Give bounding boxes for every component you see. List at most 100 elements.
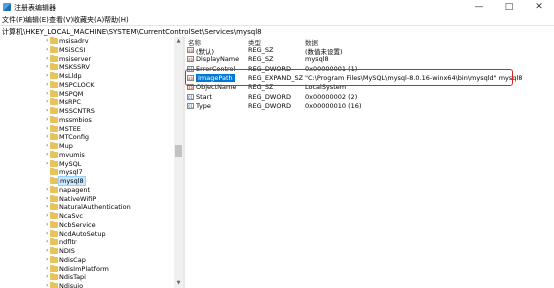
tree-item[interactable]: › NativeWifiP bbox=[0, 194, 170, 204]
expand-chevron-icon[interactable]: › bbox=[46, 81, 48, 88]
value-name[interactable]: DisplayName bbox=[196, 55, 239, 63]
tree-item-label[interactable]: Mup bbox=[59, 142, 73, 150]
expand-chevron-icon[interactable]: › bbox=[46, 265, 48, 272]
tree-item[interactable]: › msiserver bbox=[0, 54, 170, 64]
tree-item-label[interactable]: MSiSCSI bbox=[59, 46, 85, 54]
expand-chevron-icon[interactable]: › bbox=[46, 46, 48, 53]
expand-chevron-icon[interactable]: › bbox=[46, 256, 48, 263]
tree-item-label[interactable]: MSPQM bbox=[59, 90, 83, 98]
tree-item[interactable]: › ndfltr bbox=[0, 238, 170, 247]
tree-item[interactable]: › mvumis bbox=[0, 150, 170, 160]
expand-chevron-icon[interactable]: › bbox=[46, 195, 48, 202]
address-path[interactable]: 计算机\HKEY_LOCAL_MACHINE\SYSTEM\CurrentCon… bbox=[2, 27, 262, 37]
tree-item[interactable]: › NaturalAuthentication bbox=[0, 203, 170, 212]
tree-item[interactable]: › MTConfig bbox=[0, 133, 170, 142]
expand-chevron-icon[interactable]: › bbox=[46, 72, 48, 79]
expand-chevron-icon[interactable]: › bbox=[46, 160, 48, 167]
tree-item-label[interactable]: NdisImPlatform bbox=[59, 265, 109, 273]
value-row[interactable]: ab DisplayName REG_SZ mysql8 bbox=[186, 55, 554, 64]
expand-chevron-icon[interactable]: › bbox=[46, 247, 48, 254]
tree-item[interactable]: mysql8 bbox=[0, 176, 170, 186]
menu-help[interactable]: 帮助(H) bbox=[104, 15, 129, 25]
menu-edit[interactable]: 编辑(E) bbox=[25, 15, 49, 25]
tree-item-label[interactable]: NativeWifiP bbox=[59, 195, 96, 203]
value-name[interactable]: Start bbox=[196, 93, 212, 101]
expand-chevron-icon[interactable]: › bbox=[46, 238, 48, 245]
expand-chevron-icon[interactable]: › bbox=[46, 98, 48, 105]
tree-item-label[interactable]: MsLldp bbox=[59, 72, 82, 80]
expand-chevron-icon[interactable]: › bbox=[46, 90, 48, 97]
tree-item[interactable]: › NDIS bbox=[0, 247, 170, 256]
tree-item-label[interactable]: NDIS bbox=[59, 247, 75, 255]
tree-item-label[interactable]: msisadrv bbox=[59, 37, 89, 45]
value-name[interactable]: Type bbox=[196, 102, 211, 110]
tree-item[interactable]: › NdisTapi bbox=[0, 273, 170, 282]
tree-item[interactable]: › MSPCLOCK bbox=[0, 80, 170, 90]
expand-chevron-icon[interactable]: › bbox=[46, 151, 48, 158]
tree-item-label[interactable]: MSSCNTRS bbox=[59, 107, 95, 115]
tree-item[interactable]: › msisadrv bbox=[0, 37, 170, 46]
tree-item-label[interactable]: MSPCLOCK bbox=[59, 81, 95, 89]
expand-chevron-icon[interactable]: › bbox=[46, 142, 48, 149]
expand-chevron-icon[interactable]: › bbox=[46, 125, 48, 132]
tree-item[interactable]: › MSKSSRV bbox=[0, 63, 170, 72]
expand-chevron-icon[interactable]: › bbox=[46, 273, 48, 280]
tree-item[interactable]: › MySQL bbox=[0, 159, 170, 169]
tree-item-label[interactable]: napagent bbox=[59, 186, 90, 194]
tree-item-label[interactable]: mssmbios bbox=[59, 116, 92, 124]
maximize-button[interactable]: □ bbox=[494, 0, 524, 14]
tree-item[interactable]: › Mup bbox=[0, 142, 170, 151]
expand-chevron-icon[interactable]: › bbox=[46, 116, 48, 123]
expand-chevron-icon[interactable]: › bbox=[46, 186, 48, 193]
tree-item[interactable]: › MSiSCSI bbox=[0, 45, 170, 55]
tree-item-label[interactable]: ndfltr bbox=[59, 238, 77, 246]
menu-favorites[interactable]: 收藏夹(A) bbox=[73, 15, 104, 25]
menu-file[interactable]: 文件(F) bbox=[2, 15, 26, 25]
close-button[interactable]: ✕ bbox=[524, 0, 554, 14]
tree-item[interactable]: › NdisImPlatform bbox=[0, 264, 170, 274]
tree-item-label[interactable]: mysql7 bbox=[59, 168, 83, 176]
value-row[interactable]: ab (默认) REG_SZ (数值未设置) bbox=[186, 46, 554, 56]
tree-item[interactable]: › MSTEE bbox=[0, 124, 170, 134]
value-row[interactable]: 01 Start REG_DWORD 0x00000002 (2) bbox=[186, 93, 554, 102]
expand-chevron-icon[interactable]: › bbox=[46, 212, 48, 219]
expand-chevron-icon[interactable]: › bbox=[46, 203, 48, 210]
tree-item-label[interactable]: MSKSSRV bbox=[59, 63, 90, 71]
tree-item[interactable]: › napagent bbox=[0, 185, 170, 195]
tree-item-label[interactable]: msiserver bbox=[59, 55, 91, 63]
tree-item-label[interactable]: NcbService bbox=[59, 221, 96, 229]
expand-chevron-icon[interactable]: › bbox=[46, 221, 48, 228]
tree-item-label[interactable]: MsRPC bbox=[59, 98, 81, 106]
tree-item[interactable]: › mssmbios bbox=[0, 115, 170, 125]
menu-view[interactable]: 查看(V) bbox=[49, 15, 73, 25]
tree-item[interactable]: › MsRPC bbox=[0, 98, 170, 107]
tree-item[interactable]: › NcbService bbox=[0, 220, 170, 230]
tree-item[interactable]: › Ndisuio bbox=[0, 282, 170, 288]
value-row[interactable]: 01 Type REG_DWORD 0x00000010 (16) bbox=[186, 102, 554, 111]
tree-item[interactable]: › MsLldp bbox=[0, 72, 170, 81]
minimize-button[interactable]: — bbox=[464, 0, 494, 14]
expand-chevron-icon[interactable]: › bbox=[46, 230, 48, 237]
tree-item[interactable]: › NdisCap bbox=[0, 255, 170, 265]
tree-item-label[interactable]: MTConfig bbox=[59, 133, 89, 141]
tree-item-label[interactable]: NcaSvc bbox=[59, 212, 83, 220]
expand-chevron-icon[interactable]: › bbox=[46, 63, 48, 70]
tree-item-label[interactable]: NdisCap bbox=[59, 256, 86, 264]
expand-chevron-icon[interactable]: › bbox=[46, 37, 48, 44]
tree-item-label[interactable]: MSTEE bbox=[59, 125, 81, 133]
expand-chevron-icon[interactable]: › bbox=[46, 282, 48, 288]
scroll-up-icon[interactable]: ▲ bbox=[174, 37, 183, 46]
tree-item[interactable]: mysql7 bbox=[0, 168, 170, 177]
tree-scrollbar[interactable]: ▲ ▼ bbox=[174, 37, 183, 288]
expand-chevron-icon[interactable]: › bbox=[46, 133, 48, 140]
scroll-down-icon[interactable]: ▼ bbox=[174, 279, 183, 288]
tree-item-label[interactable]: NcdAutoSetup bbox=[59, 230, 106, 238]
tree-item-label[interactable]: MySQL bbox=[59, 160, 81, 168]
tree-item[interactable]: › NcaSvc bbox=[0, 212, 170, 221]
tree-item-label[interactable]: NaturalAuthentication bbox=[59, 203, 131, 211]
expand-chevron-icon[interactable]: › bbox=[46, 107, 48, 114]
tree-item-label[interactable]: mvumis bbox=[59, 151, 85, 159]
tree-item-label[interactable]: mysql8 bbox=[58, 176, 86, 186]
tree-item-label[interactable]: NdisTapi bbox=[59, 273, 86, 281]
tree-item[interactable]: › NcdAutoSetup bbox=[0, 229, 170, 239]
